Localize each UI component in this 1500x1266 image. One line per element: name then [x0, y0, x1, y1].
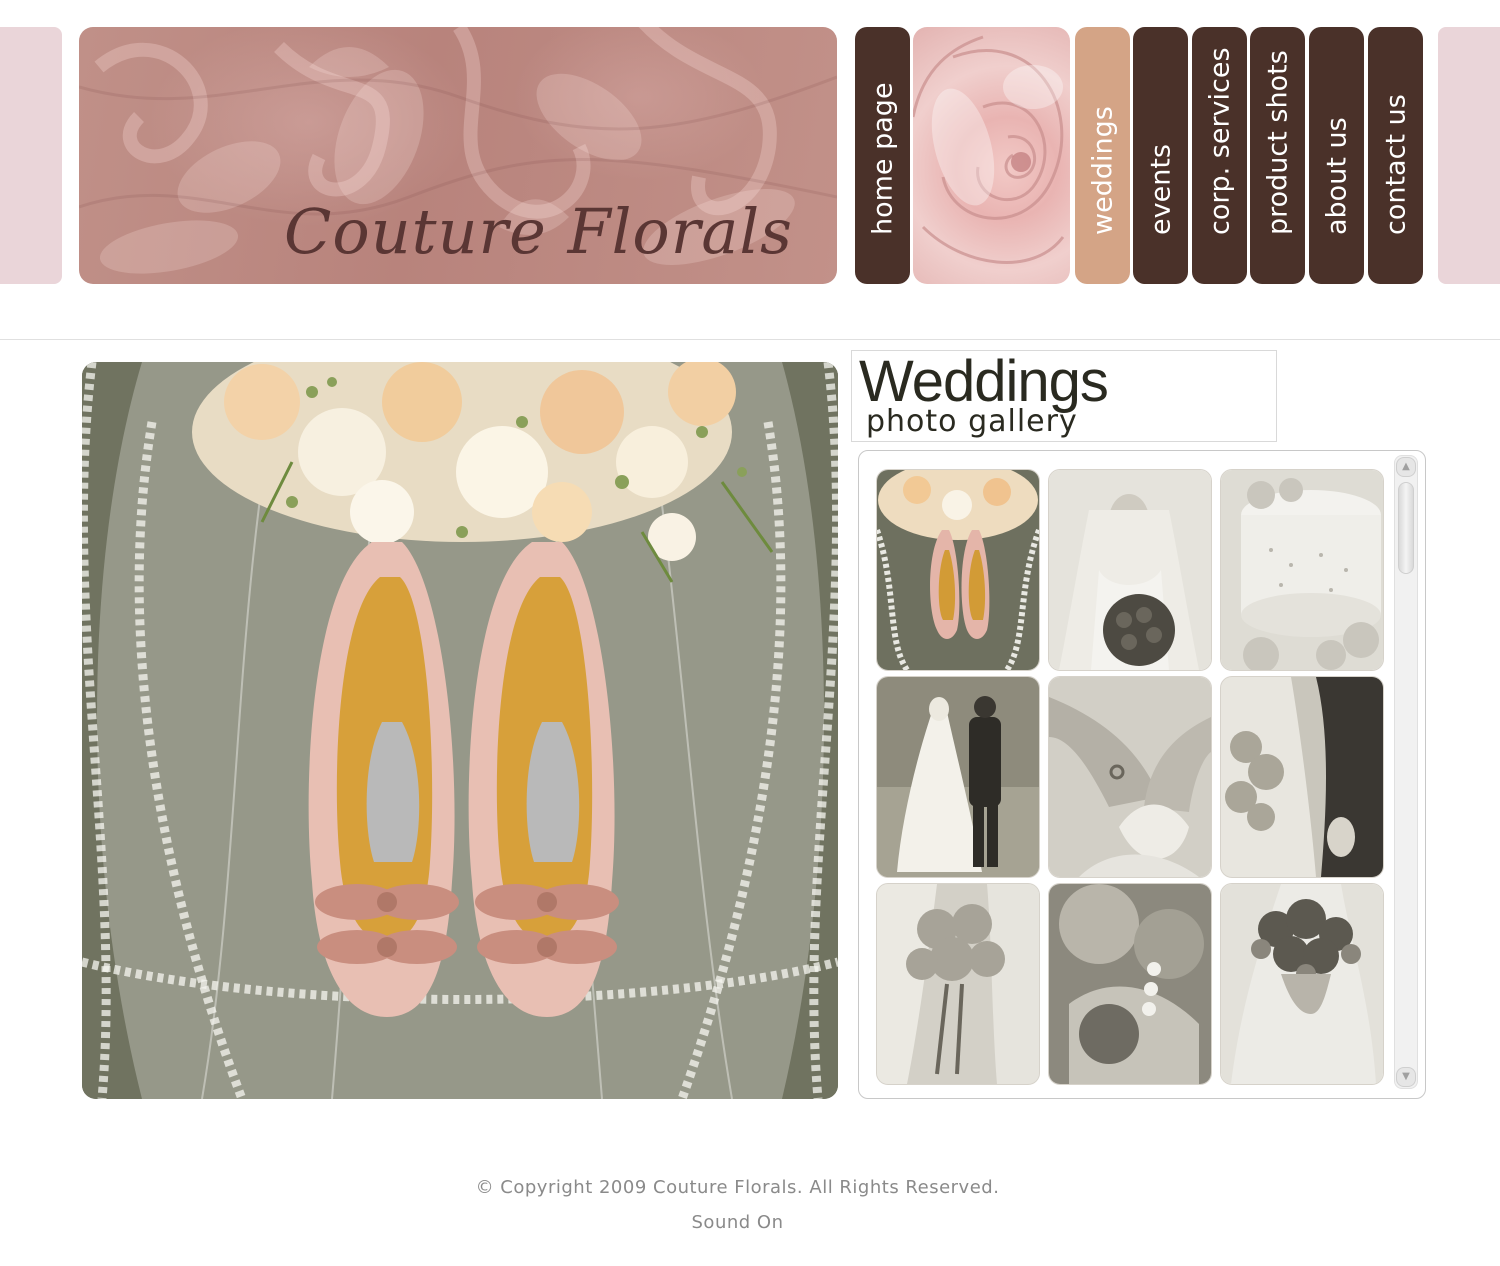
nav-corp-services[interactable]: corp. services	[1192, 27, 1247, 284]
thumbnail-hands-with-ring[interactable]	[1048, 676, 1212, 878]
thumbnail-bride-with-bouquet[interactable]	[1048, 469, 1212, 671]
gallery-scrollbar[interactable]: ▲ ▼	[1394, 455, 1418, 1089]
site-logo-text[interactable]: Couture Florals	[284, 195, 793, 268]
featured-photo	[82, 362, 838, 1099]
header-divider	[0, 339, 1500, 340]
gallery-subtitle: photo gallery	[866, 404, 1078, 439]
nav-label: product shots	[1262, 50, 1293, 235]
featured-photo-image	[82, 362, 838, 1099]
scrollbar-thumb[interactable]	[1398, 482, 1414, 574]
nav-label: about us	[1321, 117, 1352, 235]
nav-label: contact us	[1380, 94, 1411, 235]
rose-illustration	[913, 35, 1065, 264]
nav-label: corp. services	[1204, 47, 1235, 235]
header-side-tab-left	[0, 27, 62, 284]
nav-label: events	[1145, 144, 1176, 235]
nav-product-shots[interactable]: product shots	[1250, 27, 1305, 284]
thumbnail-image	[877, 677, 1039, 877]
thumbnail-bridal-bouquet[interactable]	[1220, 883, 1384, 1085]
nav-about-us[interactable]: about us	[1309, 27, 1364, 284]
nav-contact-us[interactable]: contact us	[1368, 27, 1423, 284]
thumbnail-wedding-cake[interactable]	[1220, 469, 1384, 671]
thumbnail-couple-walking[interactable]	[876, 676, 1040, 878]
nav-weddings[interactable]: weddings	[1075, 27, 1130, 284]
gallery-heading-box: Weddings photo gallery	[851, 349, 1277, 442]
thumbnail-image	[1221, 884, 1383, 1084]
thumbnail-rose-boutonniere[interactable]	[1048, 883, 1212, 1085]
nav-events[interactable]: events	[1133, 27, 1188, 284]
thumbnail-image	[877, 470, 1039, 670]
thumbnail-image	[877, 884, 1039, 1084]
thumbnail-bride-holding-roses[interactable]	[876, 883, 1040, 1085]
copyright-text: © Copyright 2009 Couture Florals. All Ri…	[475, 1177, 1000, 1198]
thumbnail-image	[1221, 677, 1383, 877]
thumbnail-image	[1049, 884, 1211, 1084]
nav-label: weddings	[1087, 106, 1118, 235]
thumbnail-image	[1049, 470, 1211, 670]
nav-label: home page	[867, 82, 898, 235]
thumbnail-image	[1049, 677, 1211, 877]
thumbnail-shoes-and-bouquet[interactable]	[876, 469, 1040, 671]
header-side-tab-right	[1438, 27, 1500, 284]
brand-banner: Couture Florals	[79, 27, 837, 284]
nav-home-page[interactable]: home page	[855, 27, 910, 284]
rose-photo	[913, 27, 1070, 284]
sound-toggle[interactable]: Sound On	[0, 1212, 1475, 1233]
scroll-down-arrow-icon[interactable]: ▼	[1396, 1067, 1416, 1087]
thumbnail-image	[1221, 470, 1383, 670]
scroll-up-arrow-icon[interactable]: ▲	[1396, 457, 1416, 477]
thumbnail-bride-and-groom[interactable]	[1220, 676, 1384, 878]
